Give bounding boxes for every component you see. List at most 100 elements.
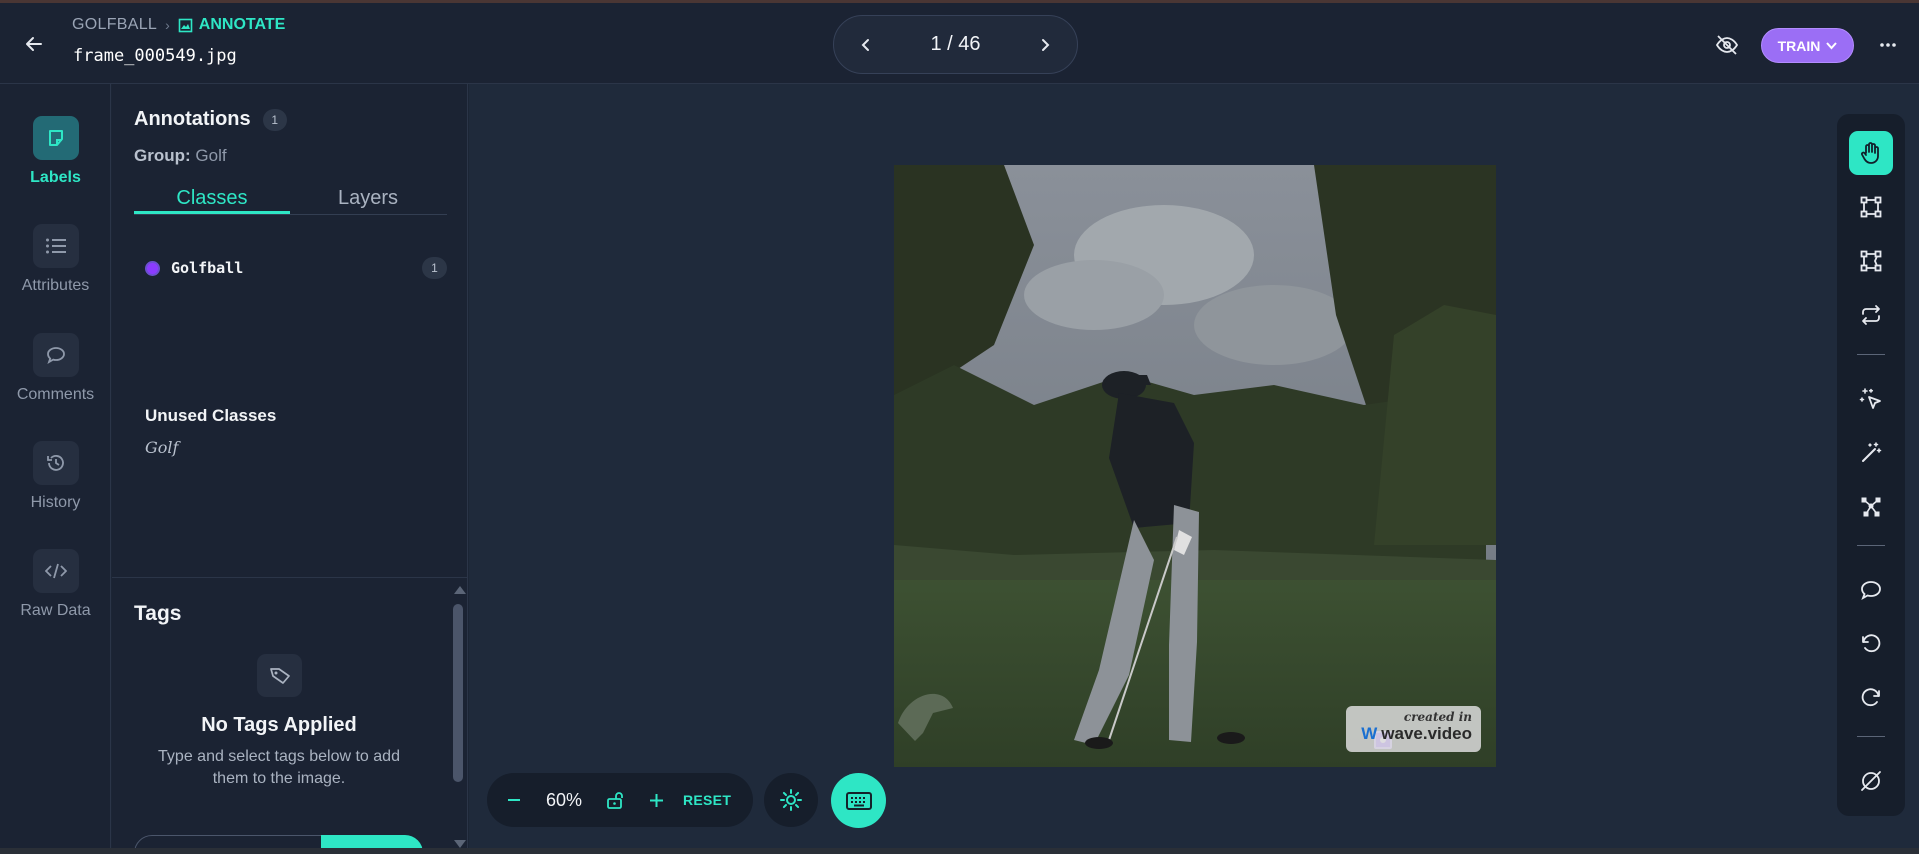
- sparkle-select-icon: [1859, 388, 1881, 409]
- toolbar-divider: [1857, 354, 1885, 355]
- sticky-note-icon: [32, 116, 79, 160]
- no-tags-title: No Tags Applied: [201, 714, 357, 736]
- zoom-out-button[interactable]: [505, 799, 523, 801]
- zoom-controls: 60% RESET: [487, 773, 753, 827]
- annotations-panel: Annotations 1 Group: Golf Classes Layers…: [112, 84, 468, 854]
- nav-raw-data-label: Raw Data: [20, 602, 91, 619]
- lock-zoom-button[interactable]: [603, 791, 629, 809]
- left-nav: Labels Attributes Comments History Raw D…: [0, 84, 111, 854]
- breadcrumb: GOLFBALL › ANNOTATE: [72, 16, 285, 34]
- zoom-in-button[interactable]: [647, 793, 665, 807]
- undo-button[interactable]: [1849, 622, 1893, 666]
- annotation-canvas: created in Wwave.video 60% RESET: [469, 84, 1919, 854]
- comment-icon: [32, 333, 79, 377]
- toolbar-divider: [1857, 545, 1885, 546]
- nav-raw-data[interactable]: Raw Data: [0, 549, 111, 620]
- bounding-box-tool-button[interactable]: [1849, 185, 1893, 229]
- code-icon: [32, 549, 79, 593]
- scroll-up-arrow-icon[interactable]: [454, 586, 466, 594]
- unused-class-item[interactable]: Golf: [145, 438, 178, 457]
- hide-annotations-button[interactable]: [1713, 32, 1741, 58]
- watermark-line2: Wwave.video: [1346, 724, 1472, 744]
- redo-icon: [1861, 688, 1880, 707]
- class-color-dot: [145, 260, 160, 276]
- top-bar: GOLFBALL › ANNOTATE frame_000549.jpg 1 /…: [0, 0, 1919, 84]
- nav-comments[interactable]: Comments: [0, 333, 111, 404]
- magic-wand-tool-button[interactable]: [1849, 431, 1893, 475]
- nav-attributes-label: Attributes: [21, 277, 90, 294]
- history-icon: [32, 441, 79, 485]
- undo-icon: [1862, 634, 1881, 653]
- minus-icon: [508, 799, 520, 801]
- smart-select-tool-button[interactable]: [1849, 377, 1893, 421]
- repeat-tool-button[interactable]: [1849, 293, 1893, 337]
- tags-section: Tags No Tags Applied Type and select tag…: [112, 577, 467, 854]
- reset-zoom-button[interactable]: RESET: [683, 792, 731, 808]
- comment-icon: [1861, 581, 1881, 600]
- class-count: 1: [422, 257, 447, 279]
- chevron-left-icon: [861, 38, 869, 51]
- tag-icon: [257, 654, 302, 697]
- unused-classes-title: Unused Classes: [145, 406, 277, 425]
- next-image-button[interactable]: [1033, 33, 1057, 57]
- breadcrumb-mode: ANNOTATE: [198, 16, 286, 33]
- breadcrumb-annotate: ANNOTATE: [178, 16, 286, 34]
- nav-history[interactable]: History: [0, 441, 111, 512]
- comment-tool-button[interactable]: [1849, 568, 1893, 612]
- annotations-title-text: Annotations: [134, 108, 251, 130]
- zoom-level: 60%: [545, 789, 583, 810]
- group-label: Group: Golf: [134, 146, 227, 166]
- bounding-box-icon: [1860, 196, 1882, 218]
- file-name: frame_000549.jpg: [73, 46, 237, 66]
- watermark: created in Wwave.video: [1346, 706, 1481, 752]
- breadcrumb-project[interactable]: GOLFBALL: [72, 16, 157, 34]
- class-row-golfball[interactable]: Golfball 1: [145, 256, 447, 280]
- train-button[interactable]: TRAIN: [1761, 28, 1854, 63]
- null-slash-icon: [1861, 771, 1881, 791]
- scroll-thumb[interactable]: [453, 604, 463, 782]
- eye-off-icon: [1715, 35, 1739, 55]
- keypoint-tool-button[interactable]: [1849, 485, 1893, 529]
- nav-attributes[interactable]: Attributes: [0, 224, 111, 295]
- polygon-icon: [1860, 250, 1882, 272]
- pager-count: 1 / 46: [930, 33, 981, 55]
- image-pager: 1 / 46: [833, 15, 1078, 74]
- more-horizontal-icon: [1880, 43, 1896, 47]
- pan-tool-button[interactable]: [1849, 131, 1893, 175]
- scroll-down-arrow-icon[interactable]: [454, 840, 466, 848]
- tab-classes[interactable]: Classes: [134, 180, 290, 214]
- tags-title: Tags: [134, 602, 182, 625]
- annotations-title: Annotations 1: [134, 108, 287, 131]
- brightness-button[interactable]: [764, 773, 818, 827]
- group-label-key: Group:: [134, 146, 191, 165]
- back-arrow-icon[interactable]: [20, 30, 48, 58]
- more-options-button[interactable]: [1874, 33, 1902, 57]
- keypoints-icon: [1861, 497, 1881, 517]
- list-icon: [32, 224, 79, 268]
- hand-icon: [1861, 142, 1879, 164]
- group-value: Golf: [195, 146, 227, 165]
- polygon-tool-button[interactable]: [1849, 239, 1893, 283]
- nav-comments-label: Comments: [16, 386, 95, 403]
- sun-icon: [780, 789, 802, 811]
- keyboard-shortcuts-button[interactable]: [831, 773, 886, 828]
- golfer-photo: [894, 165, 1496, 767]
- annotation-image[interactable]: created in Wwave.video: [894, 165, 1496, 767]
- chevron-right-icon: [1041, 38, 1050, 51]
- redo-button[interactable]: [1849, 676, 1893, 720]
- magic-wand-icon: [1862, 442, 1882, 462]
- repeat-icon: [1862, 305, 1880, 325]
- prev-image-button[interactable]: [854, 33, 878, 57]
- panel-tabs: Classes Layers: [134, 180, 447, 215]
- class-name: Golfball: [171, 259, 244, 277]
- train-label: TRAIN: [1777, 37, 1821, 54]
- tab-layers[interactable]: Layers: [290, 180, 446, 214]
- nav-labels[interactable]: Labels: [0, 116, 111, 187]
- keyboard-icon: [845, 791, 872, 810]
- panel-scrollbar[interactable]: [450, 578, 466, 854]
- nav-history-label: History: [30, 494, 81, 511]
- annotations-count: 1: [262, 108, 287, 131]
- plus-icon: [649, 793, 663, 807]
- null-tool-button[interactable]: [1849, 759, 1893, 803]
- chevron-right-icon: ›: [165, 17, 170, 33]
